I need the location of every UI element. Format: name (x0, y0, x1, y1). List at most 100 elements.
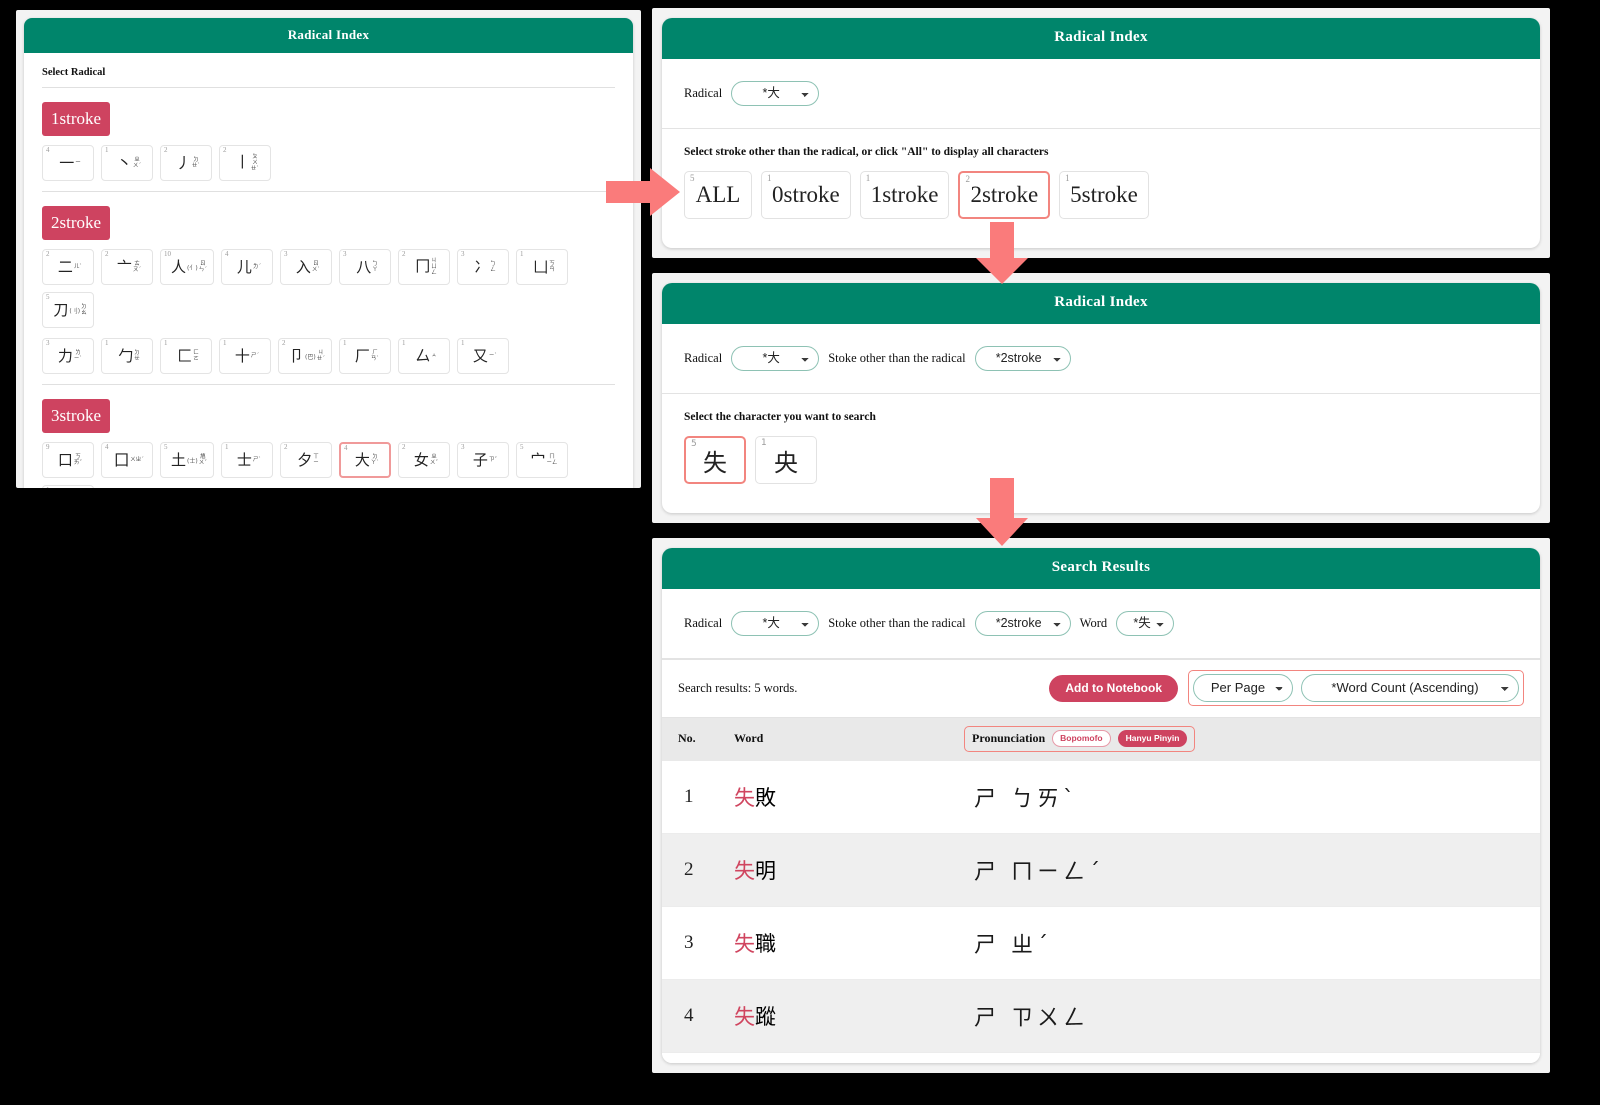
word-label: Word (1079, 616, 1108, 630)
radical-cell[interactable]: 2 夕ㄒㄧ (279, 442, 332, 478)
table-row[interactable]: 5失色ㄕ ㄙㄜˋ (662, 1052, 1540, 1063)
panel-title: Radical Index (24, 18, 633, 53)
character-chip[interactable]: 1央 (755, 436, 817, 484)
row-word[interactable]: 失色 (734, 1052, 964, 1063)
radical-cell[interactable]: 2 亠ㄊㄡˊ (101, 249, 153, 285)
radical-bopomofo: ㄊㄡˊ (133, 261, 141, 274)
radical-cell[interactable]: 5 宀ㄇㄧㄥ (515, 442, 568, 478)
radical-variant: (刂) (69, 307, 81, 315)
badge-bopomofo[interactable]: Bopomofo (1052, 730, 1111, 747)
results-table-head: No. Word Pronunciation Bopomofo Hanyu Pi… (662, 718, 1540, 761)
radical-char: 冫 (474, 257, 490, 276)
bopomofo-line: ㄢˋ (370, 356, 380, 362)
radical-select[interactable]: *大 (731, 81, 820, 106)
row-word[interactable]: 失明 (734, 833, 964, 906)
stroke-select[interactable]: *2stroke (974, 346, 1071, 371)
radical-cell[interactable]: 1 匚ㄈㄛ (160, 338, 212, 374)
radical-glyph-group: 勹ㄉㄝ (118, 348, 140, 364)
row-word[interactable]: 失蹤 (734, 979, 964, 1052)
radical-cell[interactable]: 5 刀 (刂) ㄉㄠ (42, 292, 94, 328)
radical-count: 1 (105, 146, 109, 154)
radical-cell[interactable]: 1 丶ㄓㄨˊ (101, 145, 153, 181)
radical-cell[interactable]: 3 八ㄅㄚ (338, 249, 391, 285)
radical-cell[interactable]: 4 儿ㄌˊ (220, 249, 273, 285)
stroke-chip[interactable]: 1 0stroke (761, 171, 851, 219)
step2-filter-row: Radical *大 Stoke other than the radical … (662, 324, 1540, 393)
radical-bopomofo: ㄖㄨˋ (312, 261, 320, 274)
radical-cell[interactable]: 9 口ㄎㄞˇ (42, 442, 94, 478)
stroke-chip[interactable]: 2 2stroke (958, 171, 1051, 219)
radical-glyph-group: 丨ㄆㄨㄝˋ (235, 154, 259, 172)
radical-count: 1 (46, 487, 50, 489)
radical-glyph-group: 入ㄖㄨˋ (296, 259, 320, 275)
radical-char: 丶 (116, 153, 132, 172)
step2-instruction: Select the character you want to search (684, 411, 876, 423)
radical-bopomofo: ㄏㄢˋ (370, 350, 380, 363)
radical-cell[interactable]: 3 冫ㄅㄥ (456, 249, 509, 285)
radical-cell[interactable]: 2 女ㄓㄨˇ (397, 442, 450, 478)
word-select[interactable]: *失 (1116, 611, 1175, 636)
radical-index-card: Radical Index Select Radical 1stroke 4 一ー 1… (24, 18, 633, 488)
radical-cell[interactable]: 2 丨ㄆㄨㄝˋ (219, 145, 271, 181)
results-filter-section: Radical *大 Stoke other than the radical … (662, 589, 1540, 659)
per-page-select[interactable]: Per Page (1193, 674, 1293, 702)
radical-count: 9 (46, 443, 50, 451)
word-rest-char: 敗 (755, 785, 776, 810)
table-row[interactable]: 2 失明ㄕ ㄇㄧㄥˊ (662, 833, 1540, 906)
table-row[interactable]: 4 失蹤ㄕ ㄗㄨㄥ (662, 979, 1540, 1052)
radical-cell[interactable]: 3 子ㄗˇ (456, 442, 509, 478)
bopomofo-line: ㄢ (549, 267, 555, 273)
row-word[interactable]: 失敗 (734, 761, 964, 834)
row-number: 1 (684, 785, 694, 807)
radical-cell[interactable]: 1 士ㄕˋ (220, 442, 273, 478)
radical-cell[interactable]: 1 厶ㅅ (397, 338, 450, 374)
stroke-select[interactable]: *2stroke (974, 611, 1071, 636)
radical-count: 1 (460, 339, 465, 347)
radical-glyph-group: 厂ㄏㄢˋ (355, 348, 380, 364)
radical-cell[interactable]: 4 一ー (42, 145, 94, 181)
radical-cell[interactable]: 2 卩 (巴) ㄐㄝˊ (278, 338, 332, 374)
add-to-notebook-button[interactable]: Add to Notebook (1049, 674, 1178, 702)
radical-cell[interactable]: 4 囗ㄨㄓˊ (101, 442, 153, 478)
radical-label: Radical (684, 351, 723, 365)
radical-cell[interactable]: 1寸㕨ㄨˋ (42, 485, 94, 488)
radical-glyph-group: 亠ㄊㄡˊ (117, 259, 141, 275)
radical-cell[interactable]: 5 土 (士) 㐤ㄨˇ (160, 442, 214, 478)
character-chip[interactable]: 5失 (684, 436, 746, 484)
radical-cell[interactable]: 1 又ㄧˋ (456, 338, 509, 374)
table-row[interactable]: 3 失職ㄕ ㄓˊ (662, 906, 1540, 979)
step1-card: Radical Index Radical *大 Select stroke o… (662, 18, 1540, 248)
radical-cell[interactable]: 4 大ㄉㄚˋ (338, 442, 391, 478)
radical-groups: 1stroke 4 一ー 1 丶ㄓㄨˊ 2 丿ㄉㄝˋ 2 丨ㄆㄨㄝˋ 2stroke 2 二ㄦˋ 2 亠ㄊ… (42, 88, 615, 488)
radical-cell[interactable]: 2 二ㄦˋ (42, 249, 94, 285)
table-row[interactable]: 1 失敗ㄕ ㄅㄞˋ (662, 760, 1540, 834)
radical-bopomofo: ㄌˊ (253, 264, 261, 271)
radical-cell[interactable]: 1 勹ㄉㄝ (101, 338, 153, 374)
bopomofo-line: ㄨˊ (132, 163, 142, 169)
character-chip-row: 5失1央 (662, 423, 1540, 504)
badge-hanyu-pinyin[interactable]: Hanyu Pinyin (1117, 730, 1188, 747)
row-word[interactable]: 失職 (734, 906, 964, 979)
radical-select[interactable]: *大 (731, 611, 820, 636)
radical-cell[interactable]: 1 十ㄕˊ (219, 338, 271, 374)
radical-cell[interactable]: 1 凵ㄎㄢ (515, 249, 568, 285)
radical-char: 刀 (53, 300, 69, 319)
word-rest-char: 蹤 (755, 1004, 776, 1029)
radical-count: 2 (283, 443, 288, 451)
stroke-chip[interactable]: 1 1stroke (859, 171, 950, 219)
radical-cell[interactable]: 2 冂ㄐㄩㄥ (397, 249, 450, 285)
stroke-chip[interactable]: 1 5stroke (1059, 171, 1149, 219)
arrow-down-icon (976, 478, 1028, 546)
stroke-chip[interactable]: 5 ALL (684, 171, 752, 219)
radical-cell[interactable]: 3 力ㄌㄧˋ (42, 338, 94, 374)
radical-cell[interactable]: 3 入ㄖㄨˋ (279, 249, 332, 285)
chip-label: ALL (695, 182, 741, 207)
radical-cell[interactable]: 10 人 (亻) ㄖㄣˊ (160, 249, 214, 285)
bopomofo-line: ㄥ (490, 267, 496, 273)
sort-order-select[interactable]: *Word Count (Ascending) (1301, 674, 1519, 702)
radical-select[interactable]: *大 (731, 346, 820, 371)
bopomofo-line: ㄣˊ (198, 267, 207, 273)
radical-cell[interactable]: 1 厂ㄏㄢˋ (338, 338, 391, 374)
radical-cell[interactable]: 2 丿ㄉㄝˋ (160, 145, 212, 181)
radical-count: 2 (105, 250, 109, 258)
